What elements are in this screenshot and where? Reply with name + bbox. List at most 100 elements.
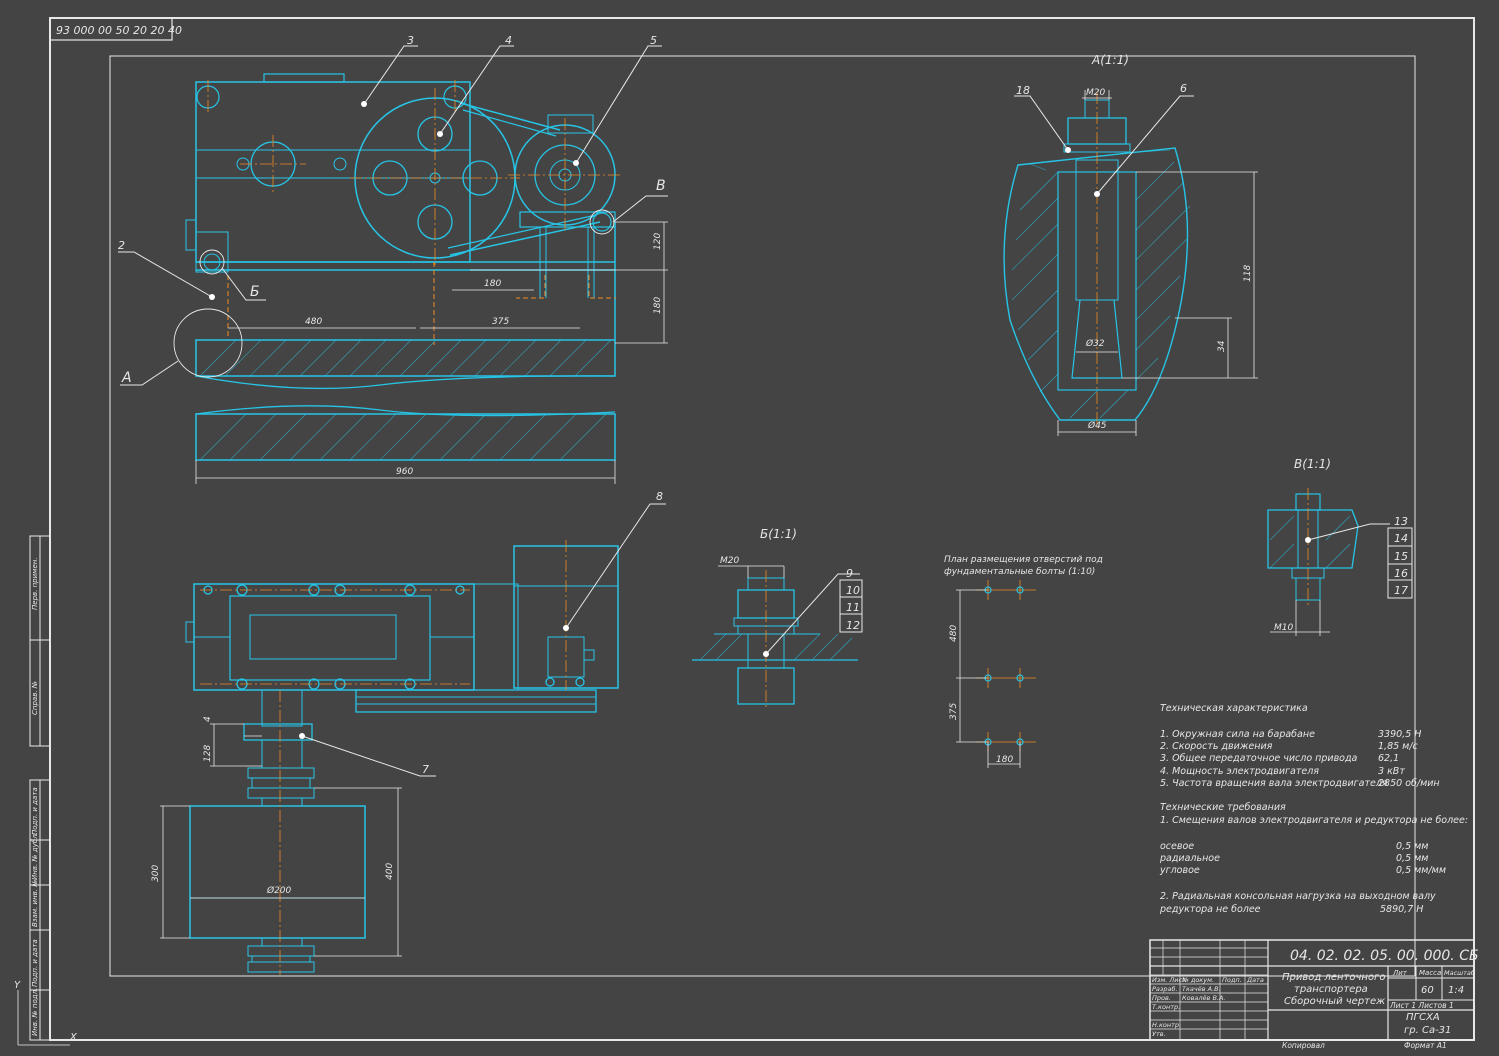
title-col-head-2: Дата (1246, 976, 1264, 984)
title-row-2: Пров. (1152, 994, 1171, 1002)
title-block-name-3: Сборочный чертеж (1284, 995, 1385, 1007)
tech-char-heading: Техническая характеристика (1160, 703, 1308, 714)
tech-req-1: осевое (1160, 841, 1194, 852)
title-row-1: Разраб. (1152, 985, 1178, 993)
pos-4: 4 (505, 34, 512, 47)
frame-stamp-code: 93 000 00 50 20 20 40 (56, 24, 182, 37)
dim-phi200: Ø200 (266, 885, 292, 896)
tech-char-1-value: 3390,5 Н (1378, 729, 1421, 740)
tech-req-1-value: 0,5 мм (1396, 841, 1428, 852)
title-row-0: Изм. Лист (1152, 976, 1186, 984)
dim-300: 300 (151, 865, 161, 882)
callout-a: А (121, 370, 132, 386)
detail-view-v: В(1:1) M10 13 14 15 16 17 (1267, 457, 1413, 636)
tech-req-3: угловое (1159, 865, 1200, 876)
dim-180: 180 (484, 279, 501, 289)
tech-char-5: 5. Частота вращения вала электродвигател… (1160, 778, 1388, 789)
pos-10: 10 (846, 584, 860, 597)
pos-14: 14 (1394, 532, 1408, 545)
title-block-org-2: гр. Са-31 (1404, 1025, 1451, 1036)
title-block-mass: Масса (1419, 969, 1441, 977)
tech-char-2: 2. Скорость движения (1160, 741, 1273, 752)
dim-180b: 180 (653, 297, 663, 314)
pos-3: 3 (407, 34, 414, 47)
side-stamp-6: Инв. № подл. (31, 988, 39, 1036)
callout-b: Б (250, 284, 260, 300)
tech-char-2-value: 1,85 м/с (1378, 741, 1419, 752)
tech-char-3: 3. Общее передаточное число привода (1160, 753, 1358, 764)
pos-12: 12 (846, 619, 860, 632)
detail-view-b: Б(1:1) M20 9 10 11 12 (692, 527, 863, 710)
side-stamp-1: Справ. № (31, 681, 39, 715)
title-block-sheet: Лист 1 Листов 1 (1389, 1001, 1454, 1010)
dim-128: 128 (203, 745, 213, 762)
dim-m10: M10 (1274, 623, 1293, 633)
title-block-copied: Копировал (1282, 1041, 1325, 1050)
dim-375: 375 (492, 317, 509, 327)
front-view: 960 480 375 180 120 180 А Б В 2 3 4 5 (118, 34, 668, 484)
tech-char-4: 4. Мощность электродвигателя (1160, 766, 1319, 777)
pos-5: 5 (650, 34, 657, 47)
view-b-label: Б(1:1) (760, 527, 797, 541)
tech-req-line2: 2. Радиальная консольная нагрузка на вых… (1160, 891, 1436, 902)
side-stamp-4: Взам. инв. № (31, 879, 39, 927)
view-v-label: В(1:1) (1294, 457, 1331, 471)
tech-req-line3: редуктора не более (1159, 904, 1261, 915)
tech-req-2: радиальное (1159, 853, 1220, 864)
dim-400: 400 (385, 863, 395, 880)
title-block: 04. 02. 02. 05. 00. 000. СБ Привод ленто… (1149, 939, 1479, 1050)
dim-120: 120 (653, 233, 663, 250)
side-stamp-0: Перв. примен. (31, 557, 39, 610)
title-name-0: Ткачёв А.В. (1182, 985, 1221, 993)
pos-11: 11 (846, 601, 860, 614)
title-row-3: Т.контр. (1152, 1003, 1180, 1011)
tech-req-line1: 1. Смещения валов электродвигателя и ред… (1160, 815, 1468, 826)
tech-char-3-value: 62,1 (1378, 753, 1399, 764)
view-a-label: А(1:1) (1091, 53, 1129, 67)
dim-m20b: M20 (720, 556, 739, 566)
plan-dim-180: 180 (996, 755, 1013, 765)
hole-plan-title-1: План размещения отверстий под (944, 555, 1103, 565)
title-block-scale: Масштаб (1444, 969, 1475, 977)
pos-8: 8 (656, 490, 663, 503)
tech-req-line3-value: 5890,7 Н (1380, 904, 1423, 915)
hole-plan-title-2: фундаментальные болты (1:10) (944, 567, 1095, 577)
pos-17: 17 (1394, 584, 1408, 597)
title-name-1: Ковалёв В.А. (1182, 994, 1226, 1002)
title-block-code: 04. 02. 02. 05. 00. 000. СБ (1290, 948, 1479, 964)
tech-req-2-value: 0,5 мм (1396, 853, 1428, 864)
side-stamp-5: Подп. и дата (31, 939, 39, 987)
dim-118: 118 (1243, 265, 1253, 282)
title-block-mass-value: 60 (1421, 985, 1434, 996)
drawing-frame: 93 000 00 50 20 20 40 Перв. примен. Спра… (29, 17, 1475, 1041)
tech-char-5-value: 2850 об/мин (1378, 778, 1440, 789)
title-block-format: Формат А1 (1404, 1041, 1447, 1050)
pos-7: 7 (422, 763, 429, 776)
dim-m20: M20 (1086, 88, 1105, 98)
pos-2: 2 (118, 239, 125, 252)
hole-plan: План размещения отверстий под фундамента… (944, 555, 1103, 768)
plan-dim-480: 480 (949, 625, 959, 642)
title-block-lit: Лит (1392, 969, 1408, 977)
title-block-scale-value: 1:4 (1448, 985, 1464, 996)
axis-x-label: X (69, 1032, 78, 1043)
plan-dim-375: 375 (949, 703, 959, 720)
pos-9: 9 (846, 567, 853, 580)
dim-phi32: Ø32 (1085, 338, 1105, 349)
title-block-name-2: транспортера (1294, 984, 1368, 995)
title-col-head-1: Подп. (1222, 976, 1242, 984)
side-stamp-2: Подп. и дата (31, 787, 39, 835)
title-block-org-1: ПГСХА (1406, 1012, 1440, 1023)
title-col-head-0: № докум. (1181, 976, 1214, 984)
assembly-drawing: 93 000 00 50 20 20 40 Перв. примен. Спра… (14, 17, 1479, 1050)
dim-4: 4 (203, 716, 213, 722)
side-stamp-3: Инв. № дубл. (31, 832, 39, 880)
tech-req-heading: Технические требования (1160, 802, 1286, 813)
plan-view: 300 400 Ø200 128 4 7 8 (151, 490, 666, 975)
technical-notes: Техническая характеристика 1. Окружная с… (1159, 703, 1468, 915)
drum (189, 805, 366, 939)
tech-req-3-value: 0,5 мм/мм (1396, 865, 1446, 876)
gearbox-body (195, 81, 471, 263)
detail-view-a: А(1:1) 118 34 Ø32 Ø45 M20 18 6 (1003, 53, 1258, 436)
tech-char-1: 1. Окружная сила на барабане (1160, 729, 1315, 740)
